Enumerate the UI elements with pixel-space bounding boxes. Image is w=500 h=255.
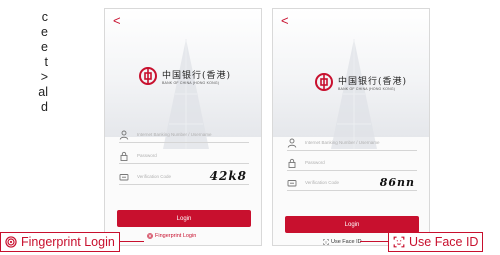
tower-illustration <box>331 39 377 149</box>
user-icon <box>119 130 129 140</box>
password-field[interactable]: Password <box>287 155 417 171</box>
boc-logo-icon <box>139 67 157 85</box>
face-id-callout: Use Face ID <box>388 232 484 252</box>
side-caption-line: al <box>38 85 48 99</box>
shield-code-icon <box>287 179 297 186</box>
fingerprint-callout-line <box>116 241 144 242</box>
shield-code-icon <box>119 173 129 180</box>
captcha-image[interactable]: 86nn <box>380 176 415 189</box>
face-id-callout-line <box>360 241 388 242</box>
bank-logo: 中国银行(香港) BANK OF CHINA (HONG KONG) <box>315 71 407 93</box>
face-id-callout-label: Use Face ID <box>409 235 479 249</box>
password-field[interactable]: Password <box>119 148 249 164</box>
back-button[interactable]: < <box>113 13 121 28</box>
face-id-login-label: Use Face ID <box>331 239 362 245</box>
username-field[interactable]: Internet Banking Number / Username <box>119 127 249 143</box>
side-caption-line: e <box>41 40 48 54</box>
username-placeholder: Internet Banking Number / Username <box>305 140 380 145</box>
fingerprint-login-label: Fingerprint Login <box>155 233 197 239</box>
face-id-icon <box>323 239 329 245</box>
username-field[interactable]: Internet Banking Number / Username <box>287 135 417 151</box>
side-caption-line: c <box>41 10 48 24</box>
verification-code-field[interactable]: Verification Code 42k8 <box>119 169 249 185</box>
lock-icon <box>288 158 296 168</box>
face-id-icon <box>393 236 405 248</box>
back-button[interactable]: < <box>281 13 289 28</box>
fingerprint-callout: Fingerprint Login <box>0 232 120 252</box>
password-placeholder: Password <box>305 160 325 165</box>
lock-icon <box>120 151 128 161</box>
fingerprint-callout-label: Fingerprint Login <box>21 235 115 249</box>
login-screen-face-id: < 中国银行(香港) BANK OF CHINA (HONG KONG) Int… <box>272 8 430 246</box>
side-caption-line: e <box>41 25 48 39</box>
bank-name-cn: 中国银行(香港) <box>162 70 232 81</box>
side-caption-text: c e e t > al d <box>0 10 48 115</box>
fingerprint-login-link[interactable]: Fingerprint Login <box>147 233 196 239</box>
password-placeholder: Password <box>137 153 157 158</box>
side-caption-line: t <box>44 55 48 69</box>
username-placeholder: Internet Banking Number / Username <box>137 132 212 137</box>
verification-placeholder: Verification Code <box>137 174 172 179</box>
verification-placeholder: Verification Code <box>305 180 340 185</box>
side-caption-line: d <box>41 100 48 114</box>
face-id-login-link[interactable]: Use Face ID <box>323 239 362 245</box>
bank-logo: 中国银行(香港) BANK OF CHINA (HONG KONG) <box>139 65 231 87</box>
login-screen-fingerprint: < 中国银行(香港) BANK OF CHINA (HONG KONG) Int… <box>104 8 262 246</box>
login-button[interactable]: Login <box>117 210 251 227</box>
side-caption-line: > <box>40 70 48 84</box>
user-icon <box>287 138 297 148</box>
bank-name-en: BANK OF CHINA (HONG KONG) <box>338 86 396 91</box>
bank-name-en: BANK OF CHINA (HONG KONG) <box>162 80 220 85</box>
bank-name-cn: 中国银行(香港) <box>338 76 408 87</box>
verification-code-field[interactable]: Verification Code 86nn <box>287 175 417 191</box>
fingerprint-icon <box>147 233 153 239</box>
fingerprint-icon <box>5 236 17 248</box>
captcha-image[interactable]: 42k8 <box>210 169 247 183</box>
boc-logo-icon <box>315 73 333 91</box>
login-button[interactable]: Login <box>285 216 419 233</box>
